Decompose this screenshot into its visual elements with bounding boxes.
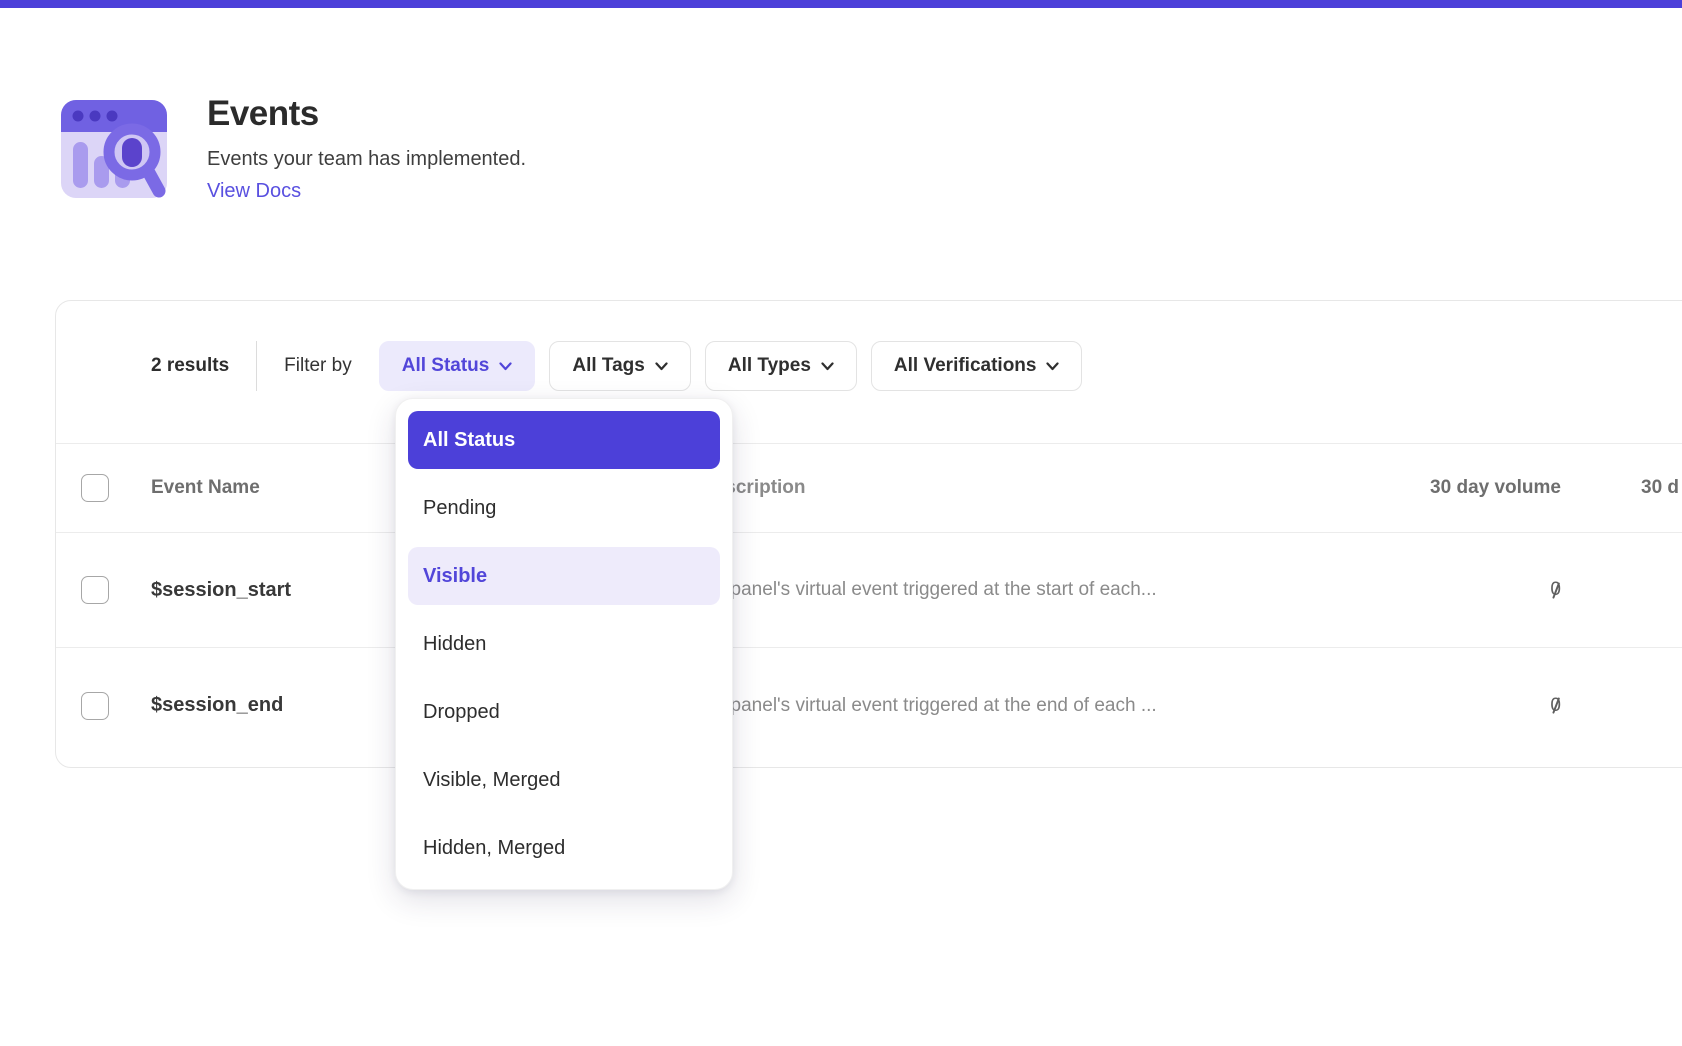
filter-button-types-label: All Types [728, 355, 811, 377]
dropdown-option-hidden-merged[interactable]: Hidden, Merged [408, 819, 720, 877]
filter-toolbar: 2 results Filter by All Status All Tags … [151, 341, 1682, 391]
table-header-row: Event Name Description 30 day volume 30 … [56, 443, 1682, 533]
select-all-cell [56, 474, 136, 502]
row-checkbox[interactable] [81, 692, 109, 720]
column-header-description[interactable]: Description [681, 477, 1301, 499]
filter-button-verifications-label: All Verifications [894, 355, 1037, 377]
filter-button-tags-label: All Tags [572, 355, 645, 377]
column-header-30-day-volume[interactable]: 30 day volume [1301, 477, 1616, 499]
slashed-zero-value: 0 [1550, 579, 1561, 601]
event-description: Mixpanel's virtual event triggered at th… [681, 695, 1301, 717]
events-card: 2 results Filter by All Status All Tags … [55, 300, 1682, 768]
dropdown-option-dropped[interactable]: Dropped [408, 683, 720, 741]
filter-button-status-label: All Status [402, 355, 490, 377]
row-checkbox[interactable] [81, 576, 109, 604]
filter-button-types[interactable]: All Types [705, 341, 857, 391]
results-count: 2 results [151, 355, 229, 377]
column-header-30-day-clipped[interactable]: 30 d [1616, 477, 1682, 499]
chevron-down-icon [499, 362, 512, 371]
page-subtitle: Events your team has implemented. [207, 148, 526, 171]
table-row: $session_end Mixpanel's virtual event tr… [56, 648, 1682, 763]
filter-button-status[interactable]: All Status [379, 341, 536, 391]
table-row: $session_start Mixpanel's virtual event … [56, 533, 1682, 648]
row-select-cell [56, 576, 136, 604]
dropdown-option-visible[interactable]: Visible [408, 547, 720, 605]
chevron-down-icon [1046, 362, 1059, 371]
dropdown-option-pending[interactable]: Pending [408, 479, 720, 537]
dropdown-option-visible-merged[interactable]: Visible, Merged [408, 751, 720, 809]
chevron-down-icon [655, 362, 668, 371]
events-report-icon [55, 90, 173, 208]
page-header: Events Events your team has implemented.… [55, 90, 526, 208]
select-all-checkbox[interactable] [81, 474, 109, 502]
top-accent-bar [0, 0, 1682, 8]
event-description: Mixpanel's virtual event triggered at th… [681, 579, 1301, 601]
dropdown-option-all-status[interactable]: All Status [408, 411, 720, 469]
row-select-cell [56, 692, 136, 720]
event-30-day-volume: 0 [1301, 695, 1616, 717]
filter-by-label: Filter by [284, 355, 352, 377]
dropdown-option-hidden[interactable]: Hidden [408, 615, 720, 673]
event-30-day-volume: 0 [1301, 579, 1616, 601]
chevron-down-icon [821, 362, 834, 371]
toolbar-divider [256, 341, 257, 391]
slashed-zero-value: 0 [1550, 695, 1561, 717]
page-title: Events [207, 94, 526, 134]
status-filter-dropdown: All Status Pending Visible Hidden Droppe… [395, 398, 733, 890]
view-docs-link[interactable]: View Docs [207, 180, 526, 203]
filter-button-verifications[interactable]: All Verifications [871, 341, 1083, 391]
filter-button-tags[interactable]: All Tags [549, 341, 691, 391]
